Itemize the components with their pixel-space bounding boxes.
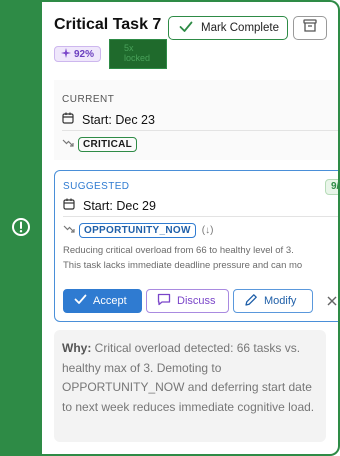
why-text: Critical overload detected: 66 tasks vs.… <box>62 341 315 414</box>
trend-down-icon <box>63 221 75 239</box>
locked-badge-text: 5x locked <box>124 43 151 63</box>
divider <box>62 130 338 131</box>
sparkle-icon <box>61 47 71 61</box>
divider <box>63 216 338 217</box>
locked-badge: 5x locked <box>109 39 167 69</box>
score-value: 92% <box>74 48 95 60</box>
status-rail <box>0 0 42 456</box>
current-label: CURRENT <box>62 94 115 105</box>
suggestion-description: Reducing critical overload from 66 to he… <box>63 243 338 273</box>
suggested-label: SUGGESTED <box>63 181 130 192</box>
mark-complete-button[interactable]: Mark Complete <box>168 16 288 40</box>
mark-complete-label: Mark Complete <box>201 22 279 34</box>
chat-icon <box>157 293 171 309</box>
modify-button[interactable]: Modify <box>233 289 313 313</box>
priority-pill-critical: CRITICAL <box>78 136 138 152</box>
suggestion-panel: SUGGESTED 9/ Start: Dec 29 OPPORTUNITY_N… <box>54 170 338 322</box>
suggested-priority: OPPORTUNITY_NOW (↓) <box>63 221 213 239</box>
current-section: CURRENT Start: Dec 23 CRITICAL <box>54 80 338 160</box>
suggestion-confidence-badge: 9/ <box>325 179 338 195</box>
discuss-button[interactable]: Discuss <box>146 289 229 313</box>
suggested-start: Start: Dec 29 <box>63 198 156 213</box>
why-label: Why: <box>62 341 92 355</box>
current-priority: CRITICAL <box>62 135 138 153</box>
archive-icon <box>303 19 317 37</box>
calendar-icon <box>62 112 74 127</box>
accept-label: Accept <box>93 295 127 307</box>
current-start: Start: Dec 23 <box>62 112 155 127</box>
pencil-icon <box>244 293 258 310</box>
accept-button[interactable]: Accept <box>63 289 142 313</box>
priority-pill-opportunity: OPPORTUNITY_NOW <box>79 222 196 238</box>
check-icon <box>179 21 193 36</box>
archive-button[interactable] <box>293 16 327 40</box>
description-line: This task lacks immediate deadline press… <box>63 260 303 271</box>
current-start-text: Start: Dec 23 <box>82 112 155 127</box>
alert-circle-icon <box>11 217 31 237</box>
score-badge: 92% <box>54 46 102 62</box>
suggestion-actions: Accept Discuss Modify <box>63 289 338 313</box>
description-line: Reducing critical overload from 66 to he… <box>63 245 294 256</box>
why-explanation: Why: Critical overload detected: 66 task… <box>54 330 326 442</box>
discuss-label: Discuss <box>177 295 216 307</box>
task-title: Critical Task 7 <box>54 16 162 33</box>
close-icon <box>327 293 337 309</box>
check-icon <box>74 294 87 308</box>
suggested-start-text: Start: Dec 29 <box>83 198 156 213</box>
calendar-icon <box>63 198 75 213</box>
task-card: Critical Task 7 Mark Complete 92% 5x loc… <box>42 0 340 456</box>
priority-direction: (↓) <box>201 224 214 236</box>
trend-down-icon <box>62 135 74 153</box>
modify-label: Modify <box>264 295 297 307</box>
dismiss-button[interactable] <box>323 289 338 313</box>
